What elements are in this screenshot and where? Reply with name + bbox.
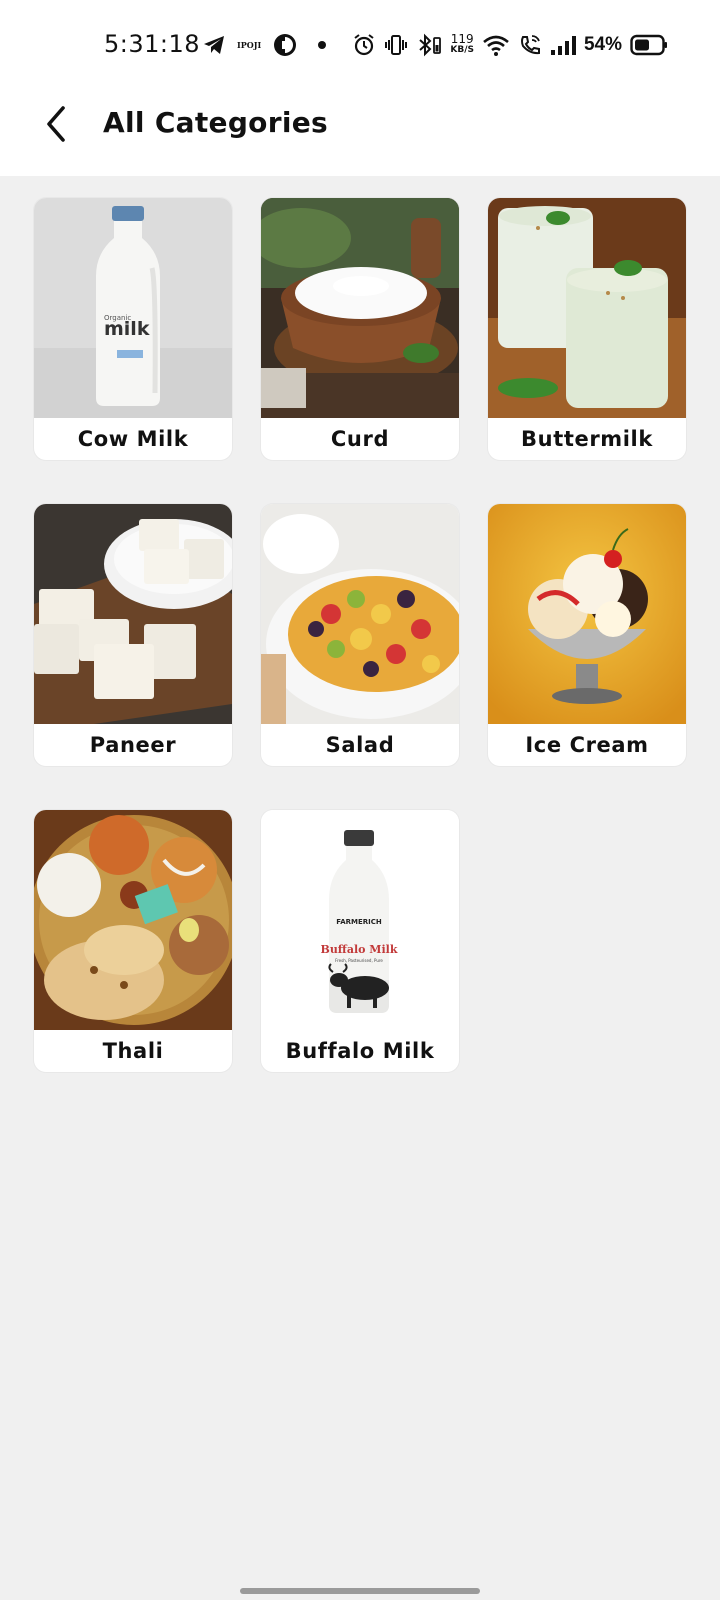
back-button[interactable] <box>34 102 78 146</box>
buttermilk-glasses-image <box>488 198 686 418</box>
category-label: Cow Milk <box>77 427 189 451</box>
category-card-buffalo-milk[interactable]: FARMERICH Buffalo Milk Fresh, Pasteurise… <box>261 810 459 1072</box>
milk-bottle-image: Organic milk <box>34 198 232 418</box>
category-card-paneer[interactable]: Paneer <box>34 504 232 766</box>
thali-platter-image <box>34 810 232 1030</box>
category-label: Paneer <box>89 733 177 757</box>
curd-bowl-image <box>261 198 459 418</box>
telegram-icon <box>204 36 224 54</box>
vibrate-icon <box>385 35 408 55</box>
battery-percent: 54% <box>583 34 622 55</box>
network-speed: 119 KB/S <box>450 32 474 56</box>
category-card-buttermilk[interactable]: Buttermilk <box>488 198 686 460</box>
category-label: Curd <box>330 427 390 451</box>
page-title: All Categories <box>103 106 328 139</box>
category-card-curd[interactable]: Curd <box>261 198 459 460</box>
category-label: Ice Cream <box>525 733 649 757</box>
category-card-cow-milk[interactable]: Organic milk Cow Milk <box>34 198 232 460</box>
category-grid: Organic milk Cow Milk Curd Buttermilk Pa… <box>34 198 686 1072</box>
home-indicator-bar[interactable] <box>240 1588 480 1594</box>
chevron-left-icon <box>47 106 65 142</box>
ice-cream-sundae-image <box>488 504 686 724</box>
category-label: Buttermilk <box>521 427 653 451</box>
category-label: Salad <box>325 733 395 757</box>
category-card-ice-cream[interactable]: Ice Cream <box>488 504 686 766</box>
category-label: Buffalo Milk <box>285 1039 435 1063</box>
wifi-icon <box>483 35 509 56</box>
app-header: All Categories <box>0 90 720 176</box>
pie-app-icon <box>274 34 297 56</box>
dot-icon <box>318 41 327 49</box>
fruit-salad-image <box>261 504 459 724</box>
category-card-thali[interactable]: Thali <box>34 810 232 1072</box>
buffalo-bottle-product-text: Buffalo Milk <box>321 943 398 956</box>
paneer-cubes-image <box>34 504 232 724</box>
app-notification-icon: IPOJI <box>237 40 262 50</box>
status-time: 5:31:18 <box>104 30 201 58</box>
wifi-calling-icon <box>520 35 540 55</box>
battery-icon <box>630 34 667 56</box>
buffalo-bottle-tagline-text: Fresh, Pasteurised, Pure <box>335 958 383 963</box>
network-speed-unit: KB/S <box>450 45 474 55</box>
buffalo-milk-bottle-image: FARMERICH Buffalo Milk Fresh, Pasteurise… <box>261 810 459 1030</box>
status-bar: 5:31:18 IPOJI 119 KB/S 54% <box>0 0 720 90</box>
category-card-salad[interactable]: Salad <box>261 504 459 766</box>
buffalo-bottle-brand-text: FARMERICH <box>336 918 382 926</box>
bluetooth-battery-icon <box>419 33 442 57</box>
status-notification-icons: IPOJI <box>203 30 335 60</box>
network-speed-value: 119 <box>450 32 474 46</box>
status-system-icons: 119 KB/S 54% <box>352 28 668 62</box>
alarm-icon <box>354 34 374 56</box>
category-label: Thali <box>102 1039 164 1063</box>
signal-icon <box>550 36 576 55</box>
milk-bottle-brand-text: milk <box>104 318 150 340</box>
